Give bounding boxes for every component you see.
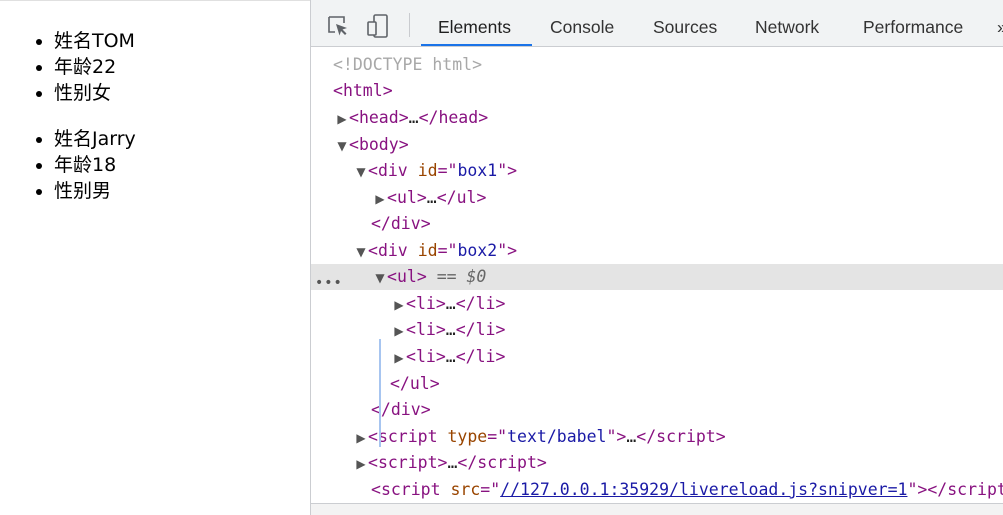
page-preview: 姓名TOM 年龄22 性别女 姓名Jarry 年龄18 性别男 [0,0,310,515]
expand-triangle-icon[interactable]: ▶ [335,106,349,132]
dom-node-div-box1[interactable]: ▼ <div id="box1"> [311,158,1003,184]
dom-node-script[interactable]: ▶ <script>…</script> [311,450,1003,476]
inspect-element-icon[interactable] [325,13,351,39]
dom-node-ul[interactable]: ▶ <ul>…</ul> [311,185,1003,211]
toolbar-divider [409,13,410,37]
dom-node-ul-selected[interactable]: ▼ <ul> == $0 [311,264,1003,290]
dom-node-body[interactable]: ▼ <body> [311,132,1003,158]
device-toolbar-icon[interactable] [365,13,391,39]
list-item: 年龄18 [54,152,136,178]
list-item: 性别男 [54,178,136,204]
dom-node-html[interactable]: <html> [311,78,1003,104]
tab-sources[interactable]: Sources [653,0,717,46]
elements-dom-tree: <!DOCTYPE html> <html> ▶ <head>…</head> ▼… [311,48,1003,503]
list-item: 年龄22 [54,54,135,80]
dom-node-div-close[interactable]: </div> [311,397,1003,423]
list-item: 姓名TOM [54,28,135,54]
tab-elements[interactable]: Elements [438,0,511,46]
dom-node-ul-close[interactable]: </ul> [311,371,1003,397]
dom-node-div-box2[interactable]: ▼ <div id="box2"> [311,238,1003,264]
devtools-bottom-bar [311,503,1003,515]
tab-console[interactable]: Console [550,0,614,46]
dom-node-script-babel[interactable]: ▶ <script type="text/babel">…</script> [311,424,1003,450]
collapse-triangle-icon[interactable]: ▼ [335,133,349,159]
devtools-tab-bar: Elements Console Sources Network Perform… [311,0,1003,47]
expand-triangle-icon[interactable]: ▶ [373,186,387,212]
node-actions-icon[interactable]: ••• [315,275,343,291]
expand-triangle-icon[interactable]: ▶ [354,451,368,477]
dom-node-head[interactable]: ▶ <head>…</head> [311,105,1003,131]
active-tab-indicator [421,44,532,46]
dom-node-script-livereload[interactable]: <script src="//127.0.0.1:35929/livereloa… [311,477,1003,503]
dom-node-doctype[interactable]: <!DOCTYPE html> [311,52,1003,78]
tab-network[interactable]: Network [755,0,819,46]
expand-triangle-icon[interactable]: ▶ [392,345,406,371]
expand-triangle-icon[interactable]: ▶ [354,425,368,451]
collapse-triangle-icon[interactable]: ▼ [373,265,387,291]
dom-node-li[interactable]: ▶ <li>…</li> [311,344,1003,370]
list-item: 性别女 [54,80,135,106]
livereload-link[interactable]: //127.0.0.1:35929/livereload.js?snipver=… [500,480,907,499]
tab-performance[interactable]: Performance [863,0,963,46]
expand-triangle-icon[interactable]: ▶ [392,292,406,318]
collapse-triangle-icon[interactable]: ▼ [354,239,368,265]
dom-node-div-close[interactable]: </div> [311,211,1003,237]
expand-triangle-icon[interactable]: ▶ [392,318,406,344]
collapse-triangle-icon[interactable]: ▼ [354,159,368,185]
dom-node-li[interactable]: ▶ <li>…</li> [311,317,1003,343]
person-list-jarry: 姓名Jarry 年龄18 性别男 [0,126,136,204]
selection-guide-line [379,339,381,447]
dom-node-li[interactable]: ▶ <li>…</li> [311,291,1003,317]
more-tabs-button[interactable]: » [997,0,1003,46]
devtools-panel: Elements Console Sources Network Perform… [310,0,1003,515]
list-item: 姓名Jarry [54,126,136,152]
person-list-tom: 姓名TOM 年龄22 性别女 [0,28,135,106]
